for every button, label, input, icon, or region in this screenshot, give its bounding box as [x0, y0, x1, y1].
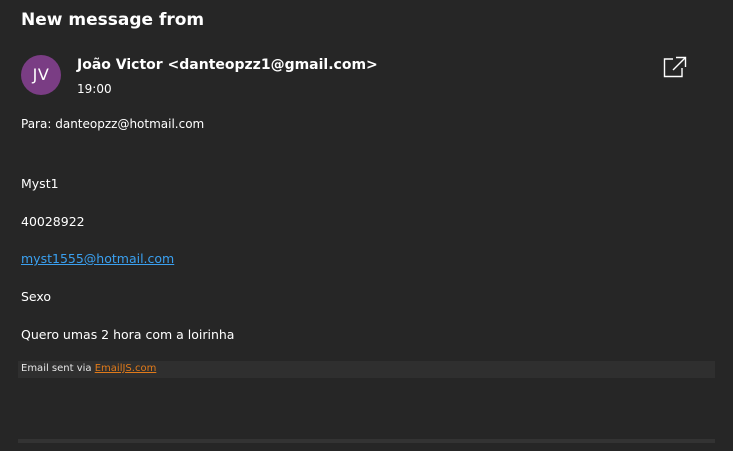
body-line-email: myst1555@hotmail.com	[21, 251, 174, 266]
emailjs-link[interactable]: EmailJS.com	[95, 363, 157, 374]
footer-text: Email sent via EmailJS.com	[21, 363, 156, 374]
page-title: New message from	[21, 10, 205, 30]
open-in-new-window-icon[interactable]	[663, 56, 687, 78]
message-time: 19:00	[77, 82, 112, 96]
bottom-divider	[18, 439, 715, 443]
body-line-message: Quero umas 2 hora com a loirinha	[21, 327, 235, 342]
sender-name: João Victor <danteopzz1@gmail.com>	[77, 57, 378, 73]
recipient-line: Para: danteopzz@hotmail.com	[21, 117, 204, 131]
body-line-subject: Sexo	[21, 289, 52, 304]
avatar: JV	[21, 55, 61, 95]
recipient-address: danteopzz@hotmail.com	[55, 117, 205, 131]
email-link[interactable]: myst1555@hotmail.com	[21, 251, 174, 266]
mail-reading-pane: New message from JV João Victor <danteop…	[0, 0, 733, 451]
footer-prefix: Email sent via	[21, 363, 92, 374]
body-line-name: Myst1	[21, 176, 59, 191]
recipient-label: Para:	[21, 117, 52, 131]
body-line-phone: 40028922	[21, 214, 85, 229]
email-footer: Email sent via EmailJS.com	[18, 361, 715, 378]
